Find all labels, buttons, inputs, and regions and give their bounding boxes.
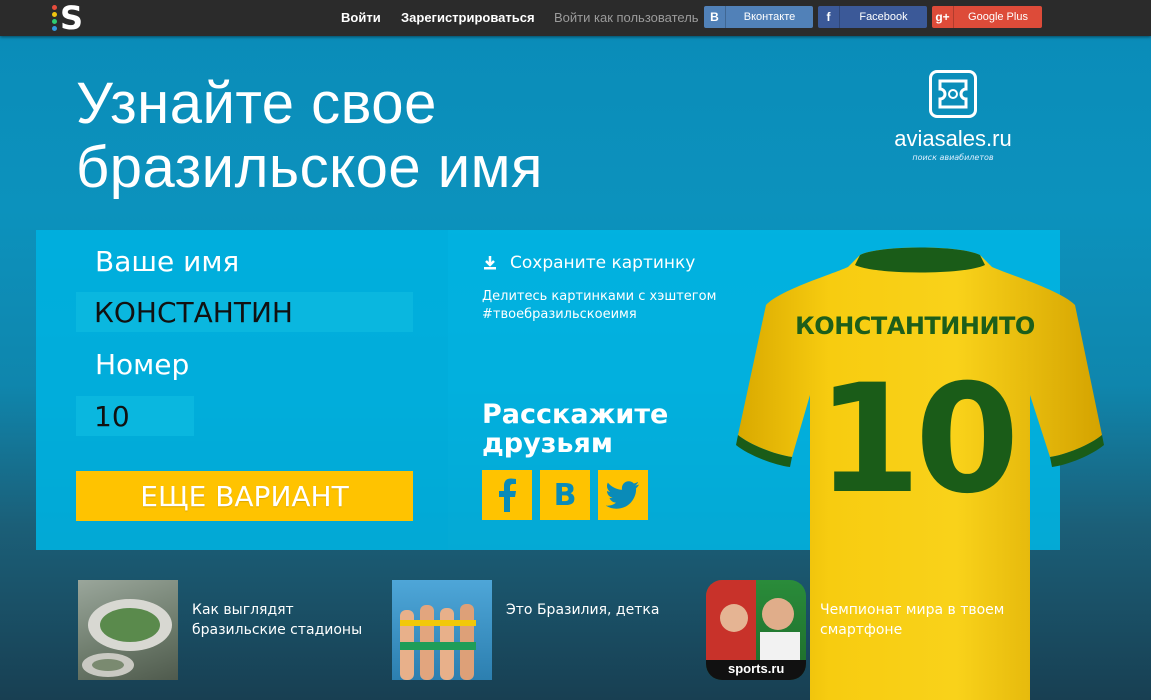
vk-icon: B (553, 477, 577, 513)
brand-name: aviasales.ru (894, 126, 1012, 151)
page-title-line1: Узнайте свое (76, 71, 437, 136)
facebook-login-label: Facebook (859, 11, 908, 23)
facebook-icon: f (818, 6, 840, 28)
sports-title-line2: смартфоне (820, 622, 903, 638)
page-title-line2: бразильское имя (76, 135, 543, 200)
jersey-name-print: КОНСТАНТИНИТО (795, 312, 1035, 340)
share-twitter-button[interactable] (598, 470, 648, 520)
login-link[interactable]: Войти (341, 10, 381, 25)
brazil-article-title: Это Бразилия, детка (506, 600, 706, 680)
stadiums-article-title: Как выглядят бразильские стадионы (192, 600, 392, 680)
save-image-link[interactable]: Сохраните картинку (482, 253, 695, 273)
login-as-label: Войти как пользователь (554, 10, 699, 25)
tell-friends-line1: Расскажите (482, 399, 669, 430)
jersey-number-print: 10 (816, 353, 1020, 527)
stadiums-title-line1: Как выглядят (192, 602, 294, 618)
name-input[interactable]: КОНСТАНТИН (76, 292, 413, 332)
top-bar: S Войти Зарегистрироваться Войти как пол… (0, 0, 1151, 37)
sports-app-link[interactable]: sports.ru Чемпионат мира в твоем смартфо… (706, 580, 1030, 680)
page-title: Узнайте свое бразильское имя (76, 72, 543, 200)
sports-app-badge: sports.ru (728, 661, 785, 676)
google-plus-icon: g+ (932, 6, 954, 28)
google-plus-login-label: Google Plus (968, 11, 1028, 23)
vk-icon: B (704, 6, 726, 28)
brazil-article-link[interactable]: Это Бразилия, детка (392, 580, 706, 680)
sports-app-title: Чемпионат мира в твоем смартфоне (820, 600, 1030, 680)
site-logo[interactable]: S (52, 0, 84, 37)
brazil-thumbnail (392, 580, 492, 680)
vk-login-button[interactable]: B Вконтакте (704, 6, 813, 28)
facebook-icon (499, 478, 516, 512)
save-image-label: Сохраните картинку (510, 253, 696, 273)
name-label: Ваше имя (95, 245, 240, 278)
logo-dots (52, 5, 58, 33)
tell-friends-line2: друзьям (482, 428, 613, 459)
stadiums-article-link[interactable]: Как выглядят бразильские стадионы (78, 580, 392, 680)
hashtag-text: Делитесь картинками с хэштегом #твоебраз… (482, 288, 716, 324)
google-plus-login-button[interactable]: g+ Google Plus (932, 6, 1042, 28)
sports-app-icon: sports.ru (706, 580, 806, 680)
number-input[interactable]: 10 (76, 396, 194, 436)
twitter-icon (606, 481, 639, 509)
hashtag-line1: Делитесь картинками с хэштегом (482, 289, 717, 304)
number-label: Номер (95, 348, 190, 381)
brazil-title-line1: Это Бразилия, детка (506, 602, 660, 618)
stadiums-title-line2: бразильские стадионы (192, 622, 363, 638)
tell-friends-heading: Расскажите друзьям (482, 400, 682, 458)
brand-tagline: поиск авиабилетов (912, 153, 994, 162)
vk-login-label: Вконтакте (743, 11, 796, 23)
sports-title-line1: Чемпионат мира в твоем (820, 602, 1005, 618)
download-icon (484, 256, 496, 270)
stadium-thumbnail (78, 580, 178, 680)
another-variant-button[interactable]: ЕЩЕ ВАРИАНТ (76, 471, 413, 521)
hashtag-line2: #твоебразильскоеимя (482, 307, 637, 322)
register-link[interactable]: Зарегистрироваться (401, 10, 535, 25)
share-vk-button[interactable]: B (540, 470, 590, 520)
ticket-icon (929, 70, 977, 118)
facebook-login-button[interactable]: f Facebook (818, 6, 927, 28)
logo-letter: S (60, 0, 84, 37)
share-facebook-button[interactable] (482, 470, 532, 520)
aviasales-brand[interactable]: aviasales.ru поиск авиабилетов (878, 70, 1028, 162)
